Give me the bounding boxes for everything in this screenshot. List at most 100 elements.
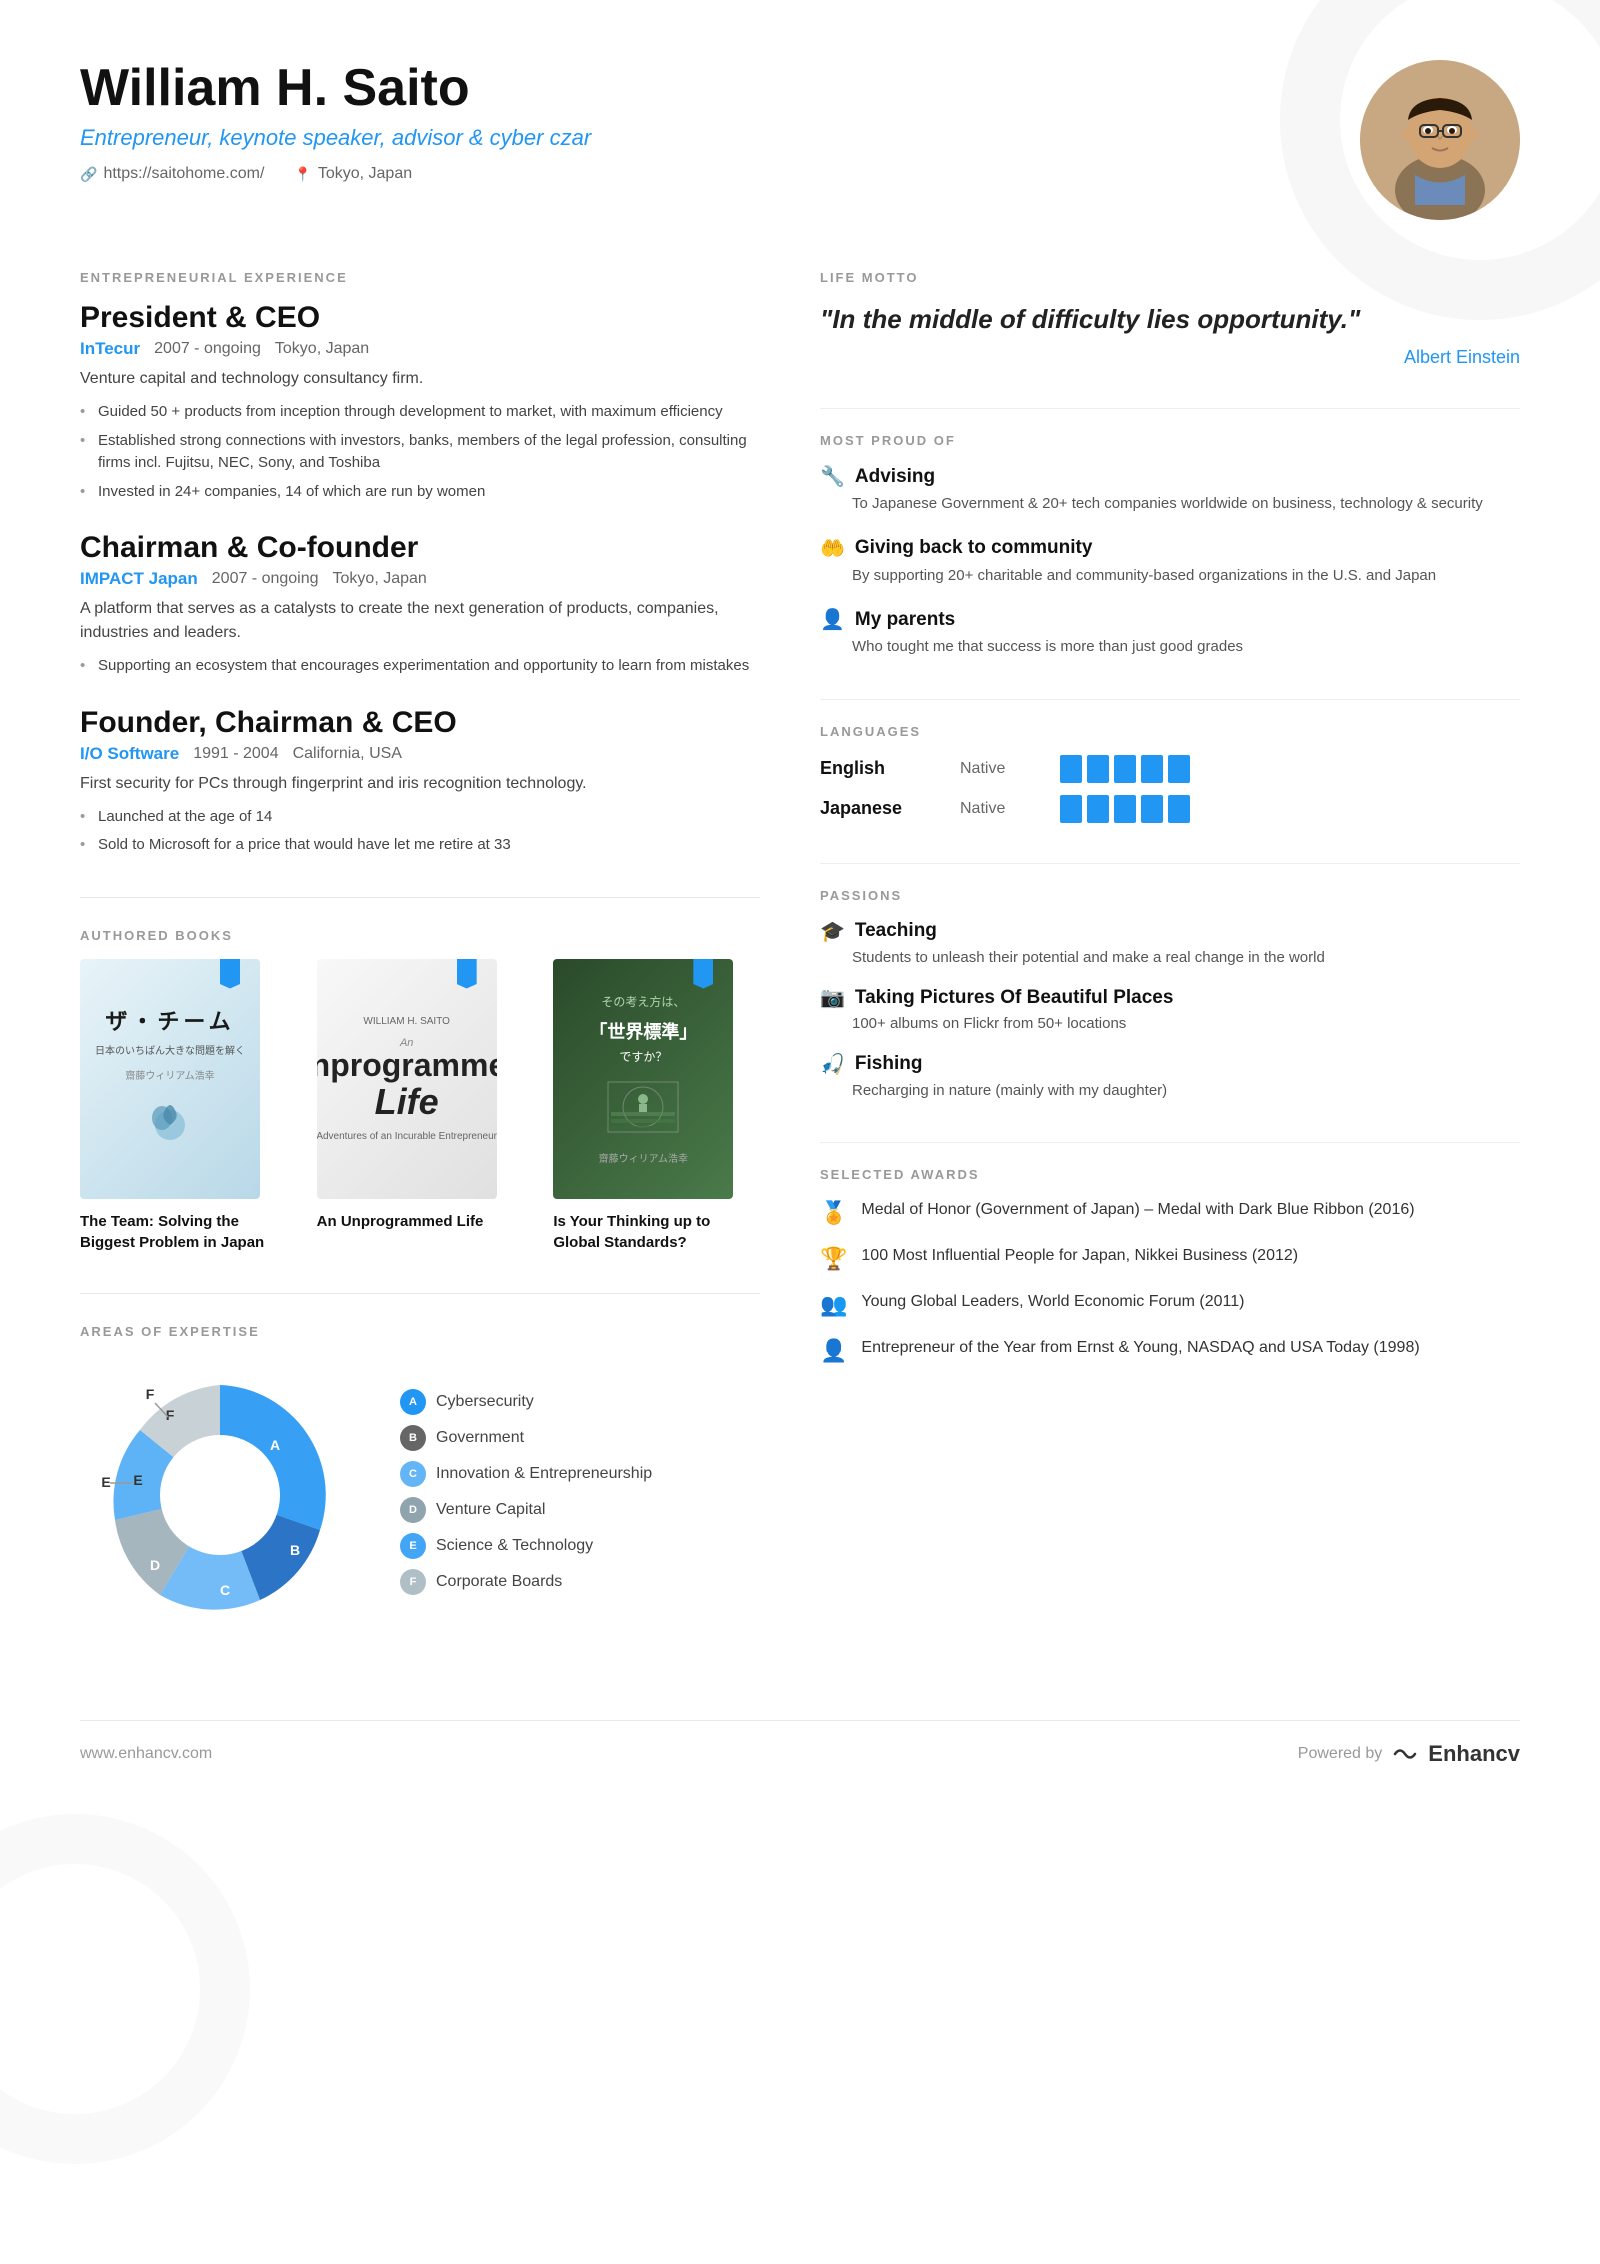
lang-bar-e-5 <box>1168 755 1190 783</box>
books-grid: ザ・チーム 日本のいちばん大きな問題を解く 齋藤ウィリアム浩幸 The T <box>80 959 760 1253</box>
legend-dot-d: D <box>400 1497 426 1523</box>
job-entry-2: Chairman & Co-founder IMPACT Japan 2007 … <box>80 531 760 678</box>
passion-title-1: 🎓 Teaching <box>820 919 1520 944</box>
book2-content: WILLIAM H. SAITO An Unprogrammed Life Ad… <box>317 1002 497 1156</box>
job-title-2: Chairman & Co-founder <box>80 531 760 565</box>
job-desc-2: A platform that serves as a catalysts to… <box>80 597 760 645</box>
passion-title-3: 🎣 Fishing <box>820 1052 1520 1077</box>
proud-title-2: 🤲 Giving back to community <box>820 536 1520 561</box>
job-dates-1: 2007 - ongoing <box>154 340 261 358</box>
location-icon: 📍 <box>294 166 311 183</box>
book-cover-2: WILLIAM H. SAITO An Unprogrammed Life Ad… <box>317 959 497 1199</box>
header-info: William H. Saito Entrepreneur, keynote s… <box>80 60 591 183</box>
job-meta-1: InTecur 2007 - ongoing Tokyo, Japan <box>80 339 760 359</box>
proud-desc-1: To Japanese Government & 20+ tech compan… <box>820 493 1520 516</box>
job-location-3: California, USA <box>293 745 402 763</box>
legend-dot-e: E <box>400 1533 426 1559</box>
powered-by-text: Powered by <box>1298 1745 1383 1763</box>
legend-label-f: Corporate Boards <box>436 1573 562 1591</box>
job-company-3: I/O Software <box>80 744 179 764</box>
teaching-icon: 🎓 <box>820 919 845 944</box>
legend-item-e: E Science & Technology <box>400 1533 760 1559</box>
experience-label: ENTREPRENEURIAL EXPERIENCE <box>80 270 760 285</box>
passion-desc-3: Recharging in nature (mainly with my dau… <box>820 1080 1520 1103</box>
header-links: 🔗 https://saitohome.com/ 📍 Tokyo, Japan <box>80 165 591 183</box>
book-item-3: その考え方は、 「世界標準」 ですか？ <box>553 959 760 1253</box>
svg-text:F: F <box>146 1386 155 1402</box>
divider-1 <box>80 897 760 898</box>
legend-item-a: A Cybersecurity <box>400 1389 760 1415</box>
book-cover-3: その考え方は、 「世界標準」 ですか？ <box>553 959 733 1199</box>
right-column: LIFE MOTTO "In the middle of difficulty … <box>820 270 1520 1680</box>
bullet-3-1: Launched at the age of 14 <box>80 806 760 829</box>
legend-dot-c: C <box>400 1461 426 1487</box>
awards-section: SELECTED AWARDS 🏅 Medal of Honor (Govern… <box>820 1167 1520 1364</box>
divider-proud <box>820 699 1520 700</box>
lang-bar-j-2 <box>1087 795 1109 823</box>
job-title-1: President & CEO <box>80 301 760 335</box>
proud-label: MOST PROUD OF <box>820 433 1520 448</box>
book-bookmark-1 <box>220 959 240 989</box>
job-location-2: Tokyo, Japan <box>333 570 427 588</box>
bullet-1-1: Guided 50 + products from inception thro… <box>80 401 760 424</box>
left-column: ENTREPRENEURIAL EXPERIENCE President & C… <box>80 270 760 1680</box>
lang-name-japanese: Japanese <box>820 798 940 819</box>
job-bullets-1: Guided 50 + products from inception thro… <box>80 401 760 503</box>
book1-content: ザ・チーム 日本のいちばん大きな問題を解く 齋藤ウィリアム浩幸 <box>81 990 259 1167</box>
award-icon-1: 🏅 <box>820 1200 847 1226</box>
legend-label-e: Science & Technology <box>436 1537 593 1555</box>
lang-bar-j-3 <box>1114 795 1136 823</box>
donut-chart: A B C D E F E F <box>80 1355 360 1640</box>
legend-dot-f: F <box>400 1569 426 1595</box>
bullet-1-3: Invested in 24+ companies, 14 of which a… <box>80 481 760 504</box>
lang-bar-e-4 <box>1141 755 1163 783</box>
expertise-legend: A Cybersecurity B Government C Innovatio… <box>400 1389 760 1605</box>
bullet-1-2: Established strong connections with inve… <box>80 430 760 475</box>
decorative-circle-bottom <box>0 1814 250 2164</box>
footer: www.enhancv.com Powered by Enhancv <box>80 1720 1520 1767</box>
location-info: 📍 Tokyo, Japan <box>294 165 412 183</box>
lang-bars-japanese <box>1060 795 1190 823</box>
award-item-2: 🏆 100 Most Influential People for Japan,… <box>820 1244 1520 1272</box>
person-name: William H. Saito <box>80 60 591 117</box>
avatar <box>1360 60 1520 220</box>
legend-label-d: Venture Capital <box>436 1501 545 1519</box>
person-title: Entrepreneur, keynote speaker, advisor &… <box>80 125 591 151</box>
proud-desc-3: Who tought me that success is more than … <box>820 636 1520 659</box>
passions-label: PASSIONS <box>820 888 1520 903</box>
languages-section: LANGUAGES English Native Japanese Native <box>820 724 1520 823</box>
job-desc-1: Venture capital and technology consultan… <box>80 367 760 391</box>
proud-item-1: 🔧 Advising To Japanese Government & 20+ … <box>820 464 1520 516</box>
job-bullets-3: Launched at the age of 14 Sold to Micros… <box>80 806 760 857</box>
bullet-2-1: Supporting an ecosystem that encourages … <box>80 655 760 678</box>
fishing-icon: 🎣 <box>820 1052 845 1077</box>
passion-item-2: 📷 Taking Pictures Of Beautiful Places 10… <box>820 985 1520 1036</box>
motto-author: Albert Einstein <box>820 347 1520 368</box>
website-link[interactable]: 🔗 https://saitohome.com/ <box>80 165 264 183</box>
link-icon: 🔗 <box>80 166 97 183</box>
legend-item-b: B Government <box>400 1425 760 1451</box>
header: William H. Saito Entrepreneur, keynote s… <box>80 60 1520 220</box>
book-item-1: ザ・チーム 日本のいちばん大きな問題を解く 齋藤ウィリアム浩幸 The T <box>80 959 287 1253</box>
lang-bar-e-1 <box>1060 755 1082 783</box>
language-row-english: English Native <box>820 755 1520 783</box>
book-bookmark-3 <box>693 959 713 989</box>
proud-title-1: 🔧 Advising <box>820 464 1520 489</box>
svg-text:E: E <box>101 1474 110 1490</box>
legend-item-f: F Corporate Boards <box>400 1569 760 1595</box>
lang-bar-j-4 <box>1141 795 1163 823</box>
footer-url: www.enhancv.com <box>80 1745 212 1763</box>
book-cover-1: ザ・チーム 日本のいちばん大きな問題を解く 齋藤ウィリアム浩幸 <box>80 959 260 1199</box>
job-meta-3: I/O Software 1991 - 2004 California, USA <box>80 744 760 764</box>
divider-languages <box>820 863 1520 864</box>
proud-desc-2: By supporting 20+ charitable and communi… <box>820 565 1520 588</box>
main-layout: ENTREPRENEURIAL EXPERIENCE President & C… <box>80 270 1520 1680</box>
proud-item-2: 🤲 Giving back to community By supporting… <box>820 536 1520 588</box>
legend-dot-b: B <box>400 1425 426 1451</box>
book-bookmark-2 <box>457 959 477 989</box>
award-text-2: 100 Most Influential People for Japan, N… <box>861 1244 1298 1268</box>
passion-item-3: 🎣 Fishing Recharging in nature (mainly w… <box>820 1052 1520 1103</box>
job-desc-3: First security for PCs through fingerpri… <box>80 772 760 796</box>
footer-powered: Powered by Enhancv <box>1298 1741 1520 1767</box>
resume-page: William H. Saito Entrepreneur, keynote s… <box>0 0 1600 2264</box>
